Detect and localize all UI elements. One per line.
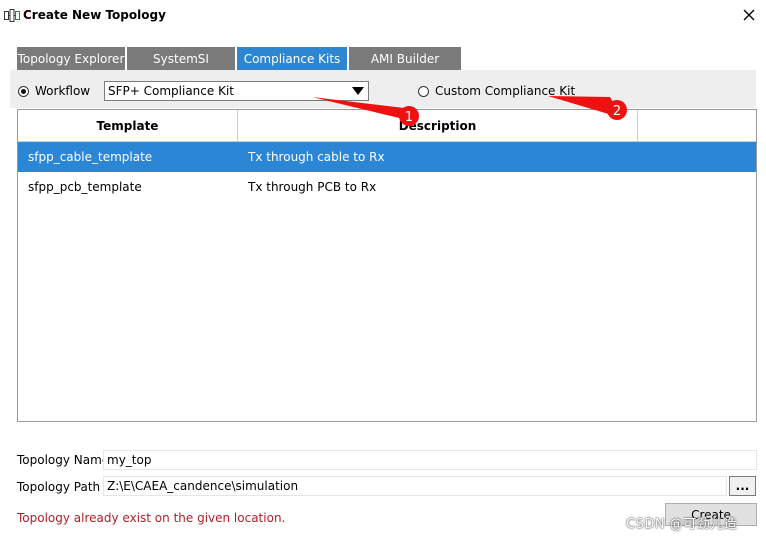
- workflow-combo[interactable]: SFP+ Compliance Kit: [104, 81, 369, 101]
- workflow-combo-value: SFP+ Compliance Kit: [108, 84, 234, 98]
- watermark: CSDN @可劲儿造: [626, 517, 738, 532]
- custom-kit-radio-indicator: [418, 85, 429, 97]
- workflow-radio[interactable]: Workflow: [18, 84, 90, 98]
- table-row[interactable]: sfpp_pcb_template Tx through PCB to Rx: [18, 172, 756, 202]
- dropdown-arrow-icon: [352, 87, 364, 95]
- template-table: Template Description sfpp_cable_template…: [17, 109, 757, 422]
- tab-ami-builder[interactable]: AMI Builder: [349, 47, 461, 70]
- tab-systemsi[interactable]: SystemSI: [127, 47, 235, 70]
- row-description-cell: Tx through cable to Rx: [248, 150, 385, 164]
- tab-topology-explorer[interactable]: Topology Explorer: [17, 47, 125, 70]
- app-icon: [4, 9, 20, 22]
- column-header-template[interactable]: Template: [18, 110, 238, 141]
- topology-path-input[interactable]: Z:\E\CAEA_candence\simulation: [103, 476, 727, 496]
- row-template-cell: sfpp_pcb_template: [28, 180, 142, 194]
- topology-path-label: Topology Path: [17, 480, 101, 494]
- create-topology-dialog: Create New Topology Topology Explorer Sy…: [0, 0, 766, 540]
- column-header-filler: [638, 110, 756, 141]
- close-button[interactable]: [732, 0, 766, 30]
- table-header: Template Description: [18, 110, 756, 142]
- custom-kit-radio[interactable]: Custom Compliance Kit: [418, 84, 575, 98]
- close-icon: [743, 9, 755, 21]
- error-message: Topology already exist on the given loca…: [17, 511, 286, 525]
- row-description-cell: Tx through PCB to Rx: [248, 180, 377, 194]
- row-template-cell: sfpp_cable_template: [28, 150, 153, 164]
- custom-kit-radio-label: Custom Compliance Kit: [435, 84, 576, 98]
- table-row[interactable]: sfpp_cable_template Tx through cable to …: [18, 142, 756, 172]
- tab-bar: Topology Explorer SystemSI Compliance Ki…: [17, 47, 463, 70]
- workflow-radio-label: Workflow: [35, 84, 91, 98]
- tab-compliance-kits[interactable]: Compliance Kits: [237, 47, 347, 70]
- topology-name-label: Topology Name: [17, 453, 110, 467]
- topology-name-input[interactable]: my_top: [103, 450, 757, 470]
- dialog-title: Create New Topology: [23, 8, 166, 22]
- browse-button[interactable]: ...: [729, 476, 756, 496]
- title-bar: Create New Topology: [0, 0, 766, 32]
- column-header-description[interactable]: Description: [238, 110, 638, 141]
- workflow-radio-indicator: [18, 85, 29, 97]
